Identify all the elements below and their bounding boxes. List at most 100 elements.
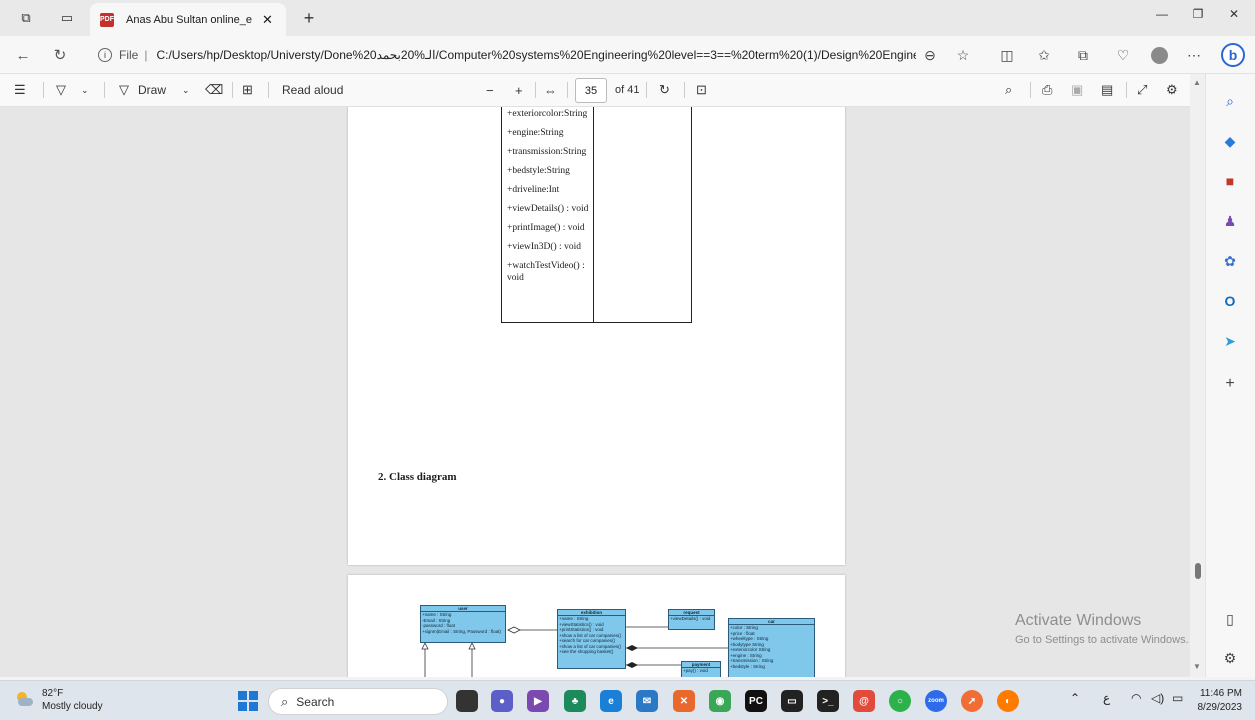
browser-essentials-icon[interactable]: ♡ — [1113, 45, 1133, 65]
favorite-star-icon[interactable]: ☆ — [953, 45, 973, 65]
sidebar-hide-icon[interactable]: ▯ — [1220, 609, 1240, 629]
refresh-icon[interactable]: ↻ — [49, 44, 71, 66]
app-icon[interactable]: ♣ — [564, 690, 586, 712]
active-tab[interactable]: PDF Anas Abu Sultan online_exl ✕ — [90, 3, 286, 36]
fit-width-icon[interactable]: ⇔ — [544, 80, 557, 100]
erase-icon[interactable]: ⌫ — [205, 80, 223, 100]
teams-icon[interactable]: ● — [491, 690, 513, 712]
wifi-icon[interactable]: ◠ — [1131, 691, 1141, 705]
cloudy-weather-icon — [14, 691, 34, 709]
favorites-icon[interactable]: ✩ — [1034, 45, 1054, 65]
firefox-icon[interactable]: ◐ — [997, 690, 1019, 712]
close-tab-icon[interactable]: ✕ — [262, 12, 273, 28]
scroll-up-icon[interactable]: ▲ — [1193, 78, 1201, 87]
scroll-thumb[interactable] — [1195, 563, 1201, 579]
sidebar-games-icon[interactable]: ♟ — [1220, 211, 1240, 231]
app-ring-icon[interactable]: ○ — [889, 690, 911, 712]
start-button[interactable] — [238, 691, 258, 711]
sidebar-search-icon[interactable]: ⌕ — [1220, 91, 1240, 111]
page-total: of 41 — [615, 84, 640, 96]
highlight-chevron-icon[interactable]: ⌄ — [81, 80, 89, 100]
draw-label: Draw — [138, 83, 167, 97]
copilot-icon[interactable]: b — [1221, 43, 1245, 67]
language-indicator[interactable]: ع — [1103, 691, 1110, 705]
attribute-list: +exteriorcolor:String +engine:String +tran… — [507, 108, 593, 291]
uml-class-request: request +viewDetails() : void — [668, 609, 715, 630]
terminal-icon[interactable]: ▭ — [781, 690, 803, 712]
highlight-icon[interactable]: ▽ — [56, 80, 66, 100]
sidebar-settings-icon[interactable]: ⚙ — [1220, 648, 1240, 668]
search-label: Search — [296, 694, 335, 709]
system-clock[interactable]: 11:46 PM 8/29/2023 — [1196, 687, 1243, 715]
back-icon[interactable]: ← — [12, 44, 34, 66]
zoom-minus-icon[interactable]: − — [486, 80, 494, 100]
draw-chevron-icon[interactable]: ⌄ — [182, 80, 190, 100]
chrome-icon[interactable]: ◉ — [709, 690, 731, 712]
attribute-row: +printImage() : void — [507, 223, 585, 233]
draw-button[interactable]: ▽ Draw — [119, 80, 166, 100]
sidebar-m365-icon[interactable]: ✿ — [1220, 251, 1240, 271]
more-menu-icon[interactable]: ⋯ — [1184, 45, 1204, 65]
postman-icon[interactable]: ➚ — [961, 690, 983, 712]
uml-class-exhibition: exhibition +name : String +viewStatistics… — [557, 609, 626, 669]
mail-icon[interactable]: ✉ — [636, 690, 658, 712]
close-window-button[interactable]: ✕ — [1222, 4, 1246, 24]
info-icon[interactable]: i — [98, 48, 112, 62]
taskbar-search[interactable]: ⌕ Search — [268, 688, 448, 715]
zoom-out-icon[interactable]: ⊖ — [920, 45, 940, 65]
attribute-row: +transmission:String — [507, 147, 587, 157]
page-view-icon[interactable]: ⊡ — [696, 80, 707, 100]
volume-icon[interactable]: ◁) — [1151, 691, 1164, 705]
pen-icon: ▽ — [119, 82, 129, 97]
edge-icon[interactable]: e — [600, 690, 622, 712]
class-member: +see the shopping basket() — [559, 649, 614, 654]
search-pdf-icon[interactable]: ⌕ — [1005, 80, 1012, 100]
fullscreen-icon[interactable]: ⤢ — [1137, 80, 1147, 100]
split-screen-icon[interactable]: ◫ — [997, 45, 1017, 65]
battery-icon[interactable]: ▭ — [1172, 691, 1183, 705]
rotate-icon[interactable]: ↻ — [659, 80, 670, 100]
sidebar-shopping-icon[interactable]: ◆ — [1220, 131, 1240, 151]
url-scheme-label: File — [119, 48, 139, 62]
read-aloud-button[interactable]: Read aloud — [282, 80, 343, 100]
pdf-page-35: +exteriorcolor:String +engine:String +tran… — [348, 107, 845, 565]
sidebar-outlook-icon[interactable]: O — [1220, 291, 1240, 311]
save-as-icon[interactable]: ▤ — [1101, 80, 1113, 100]
pdf-viewer[interactable]: +exteriorcolor:String +engine:String +tran… — [0, 107, 1190, 677]
collections-icon[interactable]: ⧉ — [1073, 45, 1093, 65]
pdf-settings-icon[interactable]: ⚙ — [1166, 80, 1178, 100]
edge-sidebar: ⌕ ◆ ■ ♟ ✿ O ➤ + ▯ ⚙ — [1205, 74, 1255, 677]
attribute-row: +bedstyle:String — [507, 166, 570, 176]
tray-chevron-icon[interactable]: ⌃ — [1070, 691, 1080, 705]
vertical-scrollbar[interactable]: ▲ ▼ — [1190, 74, 1205, 677]
zoom-icon[interactable]: zoom — [925, 690, 947, 712]
profile-avatar[interactable] — [1149, 45, 1169, 65]
task-view-icon[interactable] — [456, 690, 478, 712]
minimize-button[interactable]: — — [1150, 4, 1174, 24]
text-icon[interactable]: ⊞ — [242, 80, 253, 100]
sidebar-tools-icon[interactable]: ■ — [1220, 171, 1240, 191]
save-icon[interactable]: ▣ — [1071, 80, 1083, 100]
vertical-tabs-icon[interactable]: ▭ — [53, 6, 81, 30]
sidebar-add-icon[interactable]: + — [1220, 374, 1240, 394]
workspaces-icon[interactable]: ⧉ — [12, 6, 40, 30]
cmd-icon[interactable]: >_ — [817, 690, 839, 712]
xampp-icon[interactable]: ✕ — [673, 690, 695, 712]
media-icon[interactable]: ▶ — [527, 690, 549, 712]
zoom-plus-icon[interactable]: + — [515, 80, 523, 100]
contents-icon[interactable]: ☰ — [14, 80, 26, 100]
print-icon[interactable]: ⎙ — [1042, 80, 1052, 100]
attribute-row: +viewDetails() : void — [507, 204, 589, 214]
uml-class-table: +exteriorcolor:String +engine:String +tran… — [501, 107, 692, 323]
url-field[interactable]: i File | C:/Users/hp/Desktop/Universty/D… — [98, 41, 948, 69]
app-spiral-icon[interactable]: @ — [853, 690, 875, 712]
scroll-down-icon[interactable]: ▼ — [1193, 662, 1201, 671]
pycharm-icon[interactable]: PC — [745, 690, 767, 712]
weather-widget[interactable]: 82°F Mostly cloudy — [14, 687, 103, 713]
new-tab-button[interactable]: + — [298, 6, 320, 30]
sidebar-send-icon[interactable]: ➤ — [1220, 331, 1240, 351]
page-number-input[interactable]: 35 — [575, 78, 607, 103]
uml-class-payment: payment +pay() : void — [681, 661, 721, 677]
class-member: +signIn(Email : String, Password : float… — [422, 628, 501, 634]
maximize-button[interactable]: ❐ — [1186, 4, 1210, 24]
